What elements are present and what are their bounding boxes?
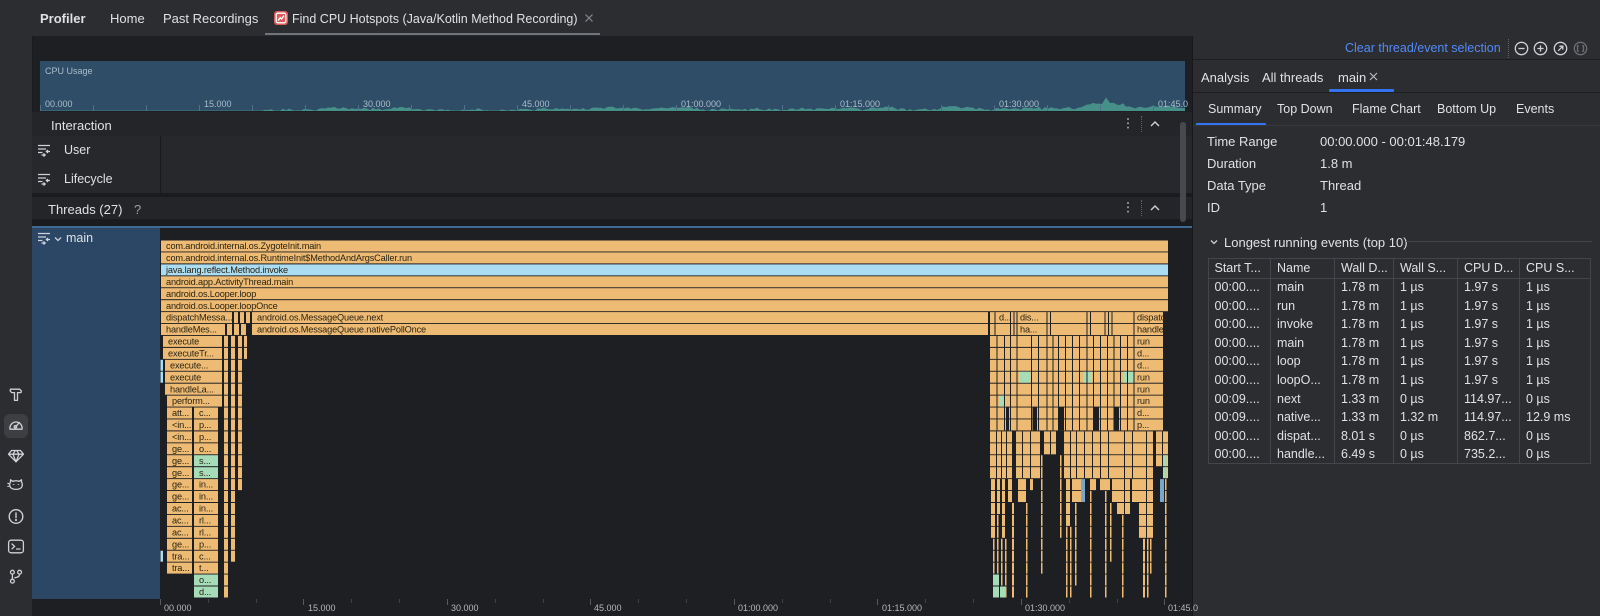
svg-text:d...: d... bbox=[1137, 408, 1149, 418]
svg-text:android.app.ActivityThread.mai: android.app.ActivityThread.main bbox=[166, 277, 293, 287]
svg-text:in...: in... bbox=[199, 492, 213, 502]
svg-text:java.lang.reflect.Method.invok: java.lang.reflect.Method.invoke bbox=[165, 265, 288, 275]
svg-text:in...: in... bbox=[199, 480, 213, 490]
svg-text:ge...: ge... bbox=[172, 539, 189, 549]
svg-text:android.os.MessageQueue.next: android.os.MessageQueue.next bbox=[257, 313, 384, 323]
svg-text:<in...: <in... bbox=[172, 420, 191, 430]
svg-text:executeTr...: executeTr... bbox=[168, 349, 214, 359]
svg-text:att...: att... bbox=[172, 408, 189, 418]
svg-text:ac...: ac... bbox=[172, 516, 189, 526]
svg-text:handle...: handle... bbox=[1137, 325, 1171, 335]
svg-text:p...: p... bbox=[199, 420, 211, 430]
svg-text:c...: c... bbox=[199, 551, 211, 561]
svg-text:s...: s... bbox=[199, 468, 211, 478]
svg-text:s...: s... bbox=[199, 456, 211, 466]
svg-text:rl...: rl... bbox=[199, 527, 211, 537]
svg-text:dispatchMessa...: dispatchMessa... bbox=[166, 313, 233, 323]
svg-text:dispatc...: dispatc... bbox=[1137, 313, 1172, 323]
svg-text:d...: d... bbox=[999, 313, 1011, 323]
svg-text:android.os.Looper.loop: android.os.Looper.loop bbox=[166, 289, 256, 299]
svg-text:o...: o... bbox=[199, 444, 211, 454]
svg-text:handleMes...: handleMes... bbox=[166, 325, 217, 335]
svg-text:p...: p... bbox=[199, 539, 211, 549]
svg-text:perform...: perform... bbox=[172, 396, 210, 406]
svg-text:com.android.internal.os.Zygote: com.android.internal.os.ZygoteInit.main bbox=[166, 241, 321, 251]
svg-text:<in...: <in... bbox=[172, 432, 191, 442]
svg-text:d...: d... bbox=[1137, 349, 1149, 359]
svg-text:p...: p... bbox=[1137, 420, 1149, 430]
svg-text:in...: in... bbox=[199, 504, 213, 514]
svg-text:handleLa...: handleLa... bbox=[170, 384, 214, 394]
svg-text:c...: c... bbox=[199, 408, 211, 418]
svg-text:tra...: tra... bbox=[172, 551, 189, 561]
svg-text:ge...: ge... bbox=[172, 444, 189, 454]
svg-text:ge...: ge... bbox=[172, 456, 189, 466]
svg-text:ac...: ac... bbox=[172, 527, 189, 537]
svg-text:t...: t... bbox=[199, 563, 209, 573]
svg-text:run: run bbox=[1137, 384, 1150, 394]
svg-text:run: run bbox=[1137, 396, 1150, 406]
svg-text:d...: d... bbox=[1137, 360, 1149, 370]
svg-text:android.os.MessageQueue.native: android.os.MessageQueue.nativePollOnce bbox=[257, 325, 426, 335]
svg-text:execute: execute bbox=[170, 372, 201, 382]
svg-text:tra...: tra... bbox=[172, 563, 189, 573]
svg-text:ge...: ge... bbox=[172, 480, 189, 490]
svg-text:ge...: ge... bbox=[172, 468, 189, 478]
svg-text:android.os.Looper.loopOnce: android.os.Looper.loopOnce bbox=[166, 301, 278, 311]
svg-text:execute: execute bbox=[168, 337, 199, 347]
svg-text:dis...: dis... bbox=[1020, 313, 1039, 323]
svg-text:execute...: execute... bbox=[170, 360, 208, 370]
svg-text:ha...: ha... bbox=[1020, 325, 1037, 335]
svg-text:com.android.internal.os.Runtim: com.android.internal.os.RuntimeInit$Meth… bbox=[166, 253, 412, 263]
svg-text:d...: d... bbox=[199, 587, 211, 597]
svg-text:o...: o... bbox=[199, 575, 211, 585]
svg-text:run: run bbox=[1137, 337, 1150, 347]
svg-text:ac...: ac... bbox=[172, 504, 189, 514]
svg-text:ge...: ge... bbox=[172, 492, 189, 502]
svg-text:rl...: rl... bbox=[199, 516, 211, 526]
svg-text:p...: p... bbox=[199, 432, 211, 442]
svg-text:run: run bbox=[1137, 372, 1150, 382]
